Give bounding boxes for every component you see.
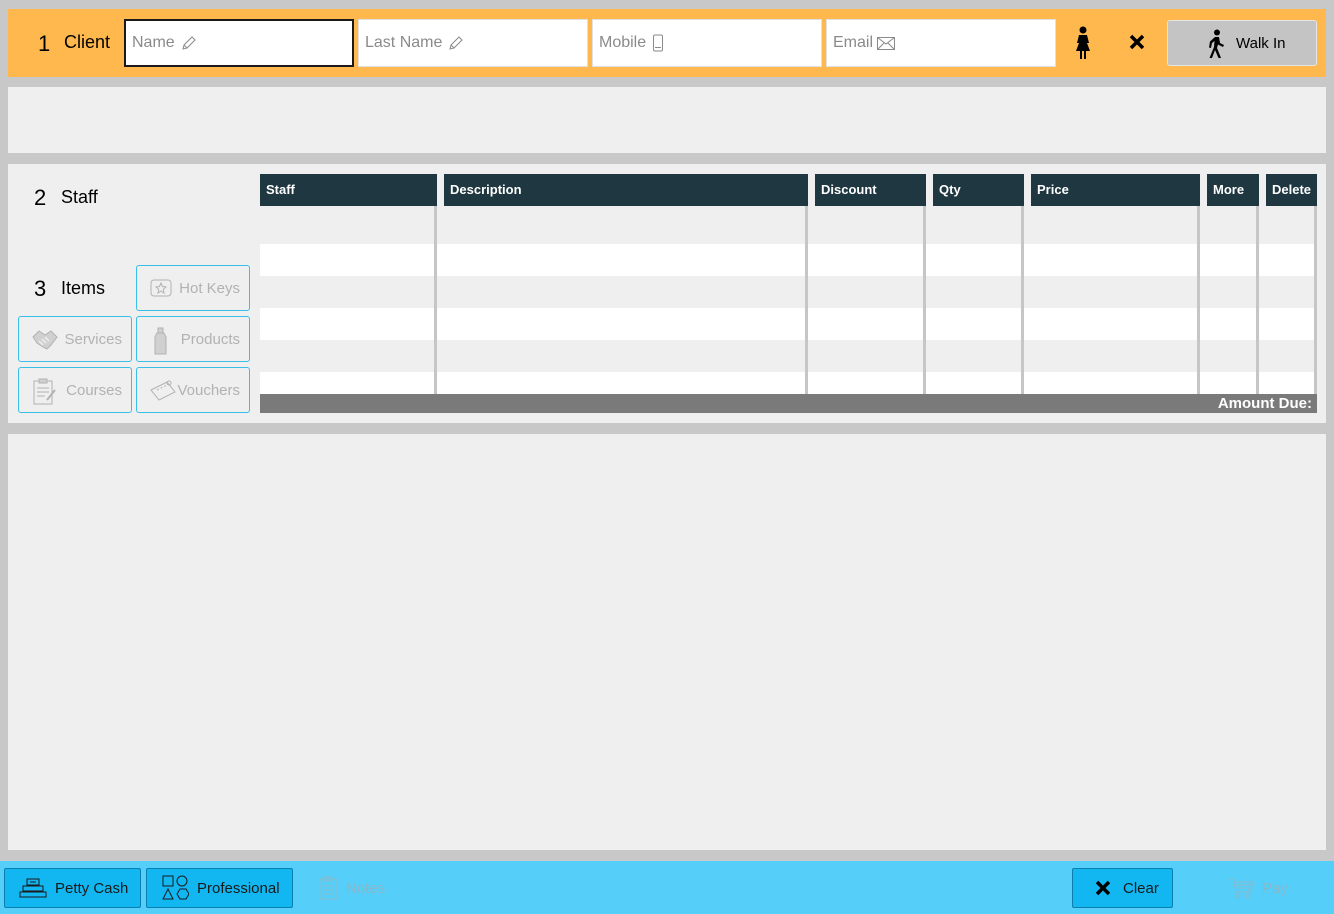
table-row[interactable]: [260, 276, 1317, 308]
table-row[interactable]: [260, 372, 1317, 394]
column-header-staff[interactable]: Staff: [260, 174, 437, 206]
bottle-icon: [154, 327, 167, 355]
sale-items-table: Staff Description Discount Qty Price Mor…: [260, 174, 1317, 414]
shapes-icon: [162, 875, 189, 900]
column-divider: [434, 206, 437, 394]
professional-button[interactable]: Professional: [146, 868, 293, 908]
name-placeholder: Name: [132, 34, 175, 51]
voucher-ticket-icon: [150, 380, 176, 401]
mobile-field[interactable]: Mobile: [592, 19, 822, 67]
vouchers-button[interactable]: Vouchers: [136, 367, 250, 413]
pencil-icon: [182, 36, 196, 50]
column-header-description[interactable]: Description: [444, 174, 808, 206]
close-icon: [1095, 880, 1111, 896]
courses-button[interactable]: Courses: [18, 367, 132, 413]
column-divider: [923, 206, 926, 394]
female-gender-icon[interactable]: [1071, 26, 1095, 60]
services-button[interactable]: Services: [18, 316, 132, 362]
hot-keys-label: Hot Keys: [179, 280, 240, 297]
mobile-phone-icon: [653, 34, 664, 52]
pay-button[interactable]: Pay: [1214, 868, 1324, 908]
column-header-price[interactable]: Price: [1031, 174, 1200, 206]
last-name-placeholder: Last Name: [365, 34, 443, 51]
footer-toolbar: Petty Cash Professional Notes Clear Pay: [0, 861, 1334, 914]
handshake-icon: [32, 330, 58, 350]
clear-button[interactable]: Clear: [1072, 868, 1173, 908]
email-field[interactable]: Email: [826, 19, 1056, 67]
table-row[interactable]: [260, 244, 1317, 276]
mobile-placeholder: Mobile: [599, 34, 647, 51]
items-section-label: Items: [61, 278, 106, 298]
items-section-number: 3: [34, 276, 47, 301]
notes-label: Notes: [346, 879, 386, 897]
vouchers-label: Vouchers: [177, 382, 240, 399]
walking-person-icon: [1209, 29, 1224, 58]
column-divider: [805, 206, 808, 394]
walk-in-label: Walk In: [1236, 34, 1286, 52]
envelope-icon: [877, 36, 896, 50]
client-details-panel: [8, 87, 1326, 153]
courses-label: Courses: [66, 382, 122, 399]
cash-register-icon: [19, 878, 47, 898]
petty-cash-button[interactable]: Petty Cash: [4, 868, 141, 908]
client-section-number: 1: [38, 31, 51, 56]
clear-label: Clear: [1123, 879, 1159, 897]
email-placeholder: Email: [833, 34, 874, 51]
table-row[interactable]: [260, 212, 1317, 244]
column-divider: [1314, 206, 1317, 394]
column-header-delete[interactable]: Delete: [1266, 174, 1317, 206]
column-header-qty[interactable]: Qty: [933, 174, 1024, 206]
column-header-more[interactable]: More: [1207, 174, 1259, 206]
last-name-field[interactable]: Last Name: [358, 19, 588, 67]
client-section-label: Client: [64, 32, 111, 52]
staff-section-label: Staff: [61, 187, 98, 207]
amount-due-label: Amount Due:: [1217, 395, 1312, 412]
staff-section-number: 2: [34, 185, 47, 210]
close-icon[interactable]: [1129, 34, 1145, 50]
sale-panel: 2 Staff 3 Items Hot Keys Services Produc…: [8, 164, 1326, 423]
column-divider: [1197, 206, 1200, 394]
services-label: Services: [64, 331, 122, 348]
table-row[interactable]: [260, 308, 1317, 340]
client-bar: 1 Client Name Last Name Mobile Email Wal…: [8, 9, 1326, 77]
clipboard-icon: [319, 876, 337, 900]
petty-cash-label: Petty Cash: [55, 879, 129, 897]
hot-keys-button[interactable]: Hot Keys: [136, 265, 250, 311]
star-badge-icon: [150, 279, 172, 297]
column-divider: [1256, 206, 1259, 394]
pencil-icon: [449, 36, 464, 50]
table-row[interactable]: [260, 340, 1317, 372]
amount-due-bar: Amount Due:: [260, 394, 1317, 413]
column-header-discount[interactable]: Discount: [815, 174, 926, 206]
content-panel: [8, 434, 1326, 850]
products-button[interactable]: Products: [136, 316, 250, 362]
pay-label: Pay: [1262, 879, 1288, 897]
name-field[interactable]: Name: [124, 19, 354, 67]
walk-in-button[interactable]: Walk In: [1167, 20, 1317, 66]
notes-button[interactable]: Notes: [304, 868, 414, 908]
professional-label: Professional: [197, 879, 280, 897]
shopping-cart-icon: [1229, 878, 1254, 899]
column-divider: [1021, 206, 1024, 394]
clipboard-list-icon: [33, 378, 56, 405]
products-label: Products: [180, 331, 240, 348]
